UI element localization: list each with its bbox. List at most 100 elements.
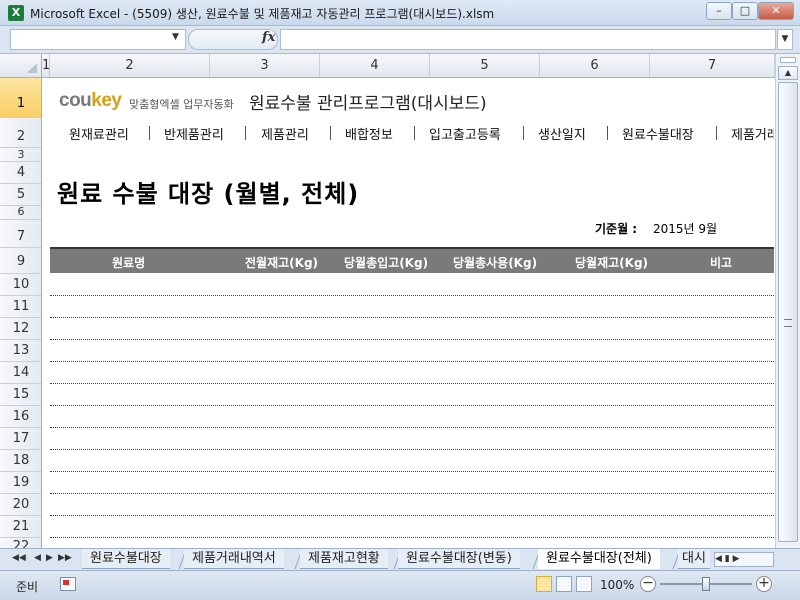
split-handle[interactable]: [780, 57, 796, 63]
row-header[interactable]: 4: [0, 162, 41, 184]
menu-product-trades[interactable]: 제품거래: [731, 124, 774, 143]
scroll-up-icon[interactable]: ▲: [778, 66, 798, 80]
table-row[interactable]: [50, 274, 774, 296]
base-month-value[interactable]: 2015년 9월: [653, 220, 717, 237]
row-header[interactable]: 16: [0, 406, 41, 428]
menu-divider: [414, 126, 415, 140]
zoom-in-icon[interactable]: +: [756, 576, 772, 592]
sheet-tab[interactable]: 원료수불대장: [82, 549, 170, 569]
horizontal-scrollbar[interactable]: ◀ ▮ ▶: [714, 552, 774, 567]
page-heading: 원료 수불 대장 (월별, 전체): [57, 180, 360, 208]
row-header[interactable]: 18: [0, 450, 41, 472]
expand-formula-icon[interactable]: ▼: [777, 29, 793, 50]
row-header[interactable]: 22: [0, 538, 41, 548]
table-row[interactable]: [50, 340, 774, 362]
worksheet[interactable]: coukey 맞춤형엑셀 업무자동화 원료수불 관리프로그램(대시보드) 원재료…: [43, 78, 774, 548]
table-row[interactable]: [50, 406, 774, 428]
formula-input[interactable]: [280, 29, 776, 50]
menu-divider: [245, 126, 246, 140]
sheet-tab[interactable]: 대시: [678, 549, 710, 569]
menu-semi-products[interactable]: 반제품관리: [164, 124, 224, 143]
select-all-button[interactable]: [0, 54, 42, 77]
row-header[interactable]: 20: [0, 494, 41, 516]
maximize-icon[interactable]: □: [732, 2, 758, 20]
zoom-out-icon[interactable]: −: [640, 576, 656, 592]
status-mode: 준비: [16, 580, 39, 594]
row-header[interactable]: 5: [0, 184, 41, 206]
menu-mix-info[interactable]: 배합정보: [345, 124, 393, 143]
menu-products[interactable]: 제품관리: [261, 124, 309, 143]
app-title: 원료수불 관리프로그램(대시보드): [249, 94, 487, 114]
minimize-icon[interactable]: –: [706, 2, 732, 20]
header-remarks: 비고: [710, 256, 733, 270]
chevron-down-icon[interactable]: ▼: [172, 32, 179, 42]
name-box[interactable]: [10, 29, 186, 50]
menu-production-log[interactable]: 생산일지: [538, 124, 586, 143]
row-header[interactable]: 19: [0, 472, 41, 494]
row-header[interactable]: 17: [0, 428, 41, 450]
logo-tagline: 맞춤형엑셀 업무자동화: [129, 98, 234, 111]
table-row[interactable]: [50, 472, 774, 494]
row-header[interactable]: 1: [0, 78, 41, 118]
row-header[interactable]: 10: [0, 274, 41, 296]
vertical-scrollbar[interactable]: ▲: [775, 54, 800, 548]
coukey-logo: coukey: [59, 90, 122, 111]
row-header[interactable]: 7: [0, 220, 41, 248]
window-title: Microsoft Excel - (5509) 생산, 원료수불 및 제품재고…: [30, 7, 495, 21]
table-header: 원료명 전월재고(Kg) 당월총입고(Kg) 당월총사용(Kg) 당월재고(Kg…: [50, 249, 774, 273]
table-row[interactable]: [50, 428, 774, 450]
zoom-slider-thumb[interactable]: [702, 577, 710, 591]
page-break-view-icon[interactable]: [576, 576, 592, 592]
menu-divider: [607, 126, 608, 140]
row-header[interactable]: 21: [0, 516, 41, 538]
table-row[interactable]: [50, 296, 774, 318]
macro-record-icon[interactable]: [60, 577, 76, 591]
menu-in-out-entry[interactable]: 입고출고등록: [429, 124, 501, 143]
first-sheet-icon[interactable]: ◀◀: [12, 553, 26, 563]
page-layout-view-icon[interactable]: [556, 576, 572, 592]
sheet-tab[interactable]: 제품재고현황: [300, 549, 388, 569]
title-bar: X Microsoft Excel - (5509) 생산, 원료수불 및 제품…: [0, 0, 800, 26]
close-icon[interactable]: ✕: [758, 2, 794, 20]
normal-view-icon[interactable]: [536, 576, 552, 592]
table-row[interactable]: [50, 384, 774, 406]
menu-divider: [716, 126, 717, 140]
column-header[interactable]: 5: [430, 54, 540, 77]
row-header[interactable]: 9: [0, 248, 41, 274]
row-header[interactable]: 15: [0, 384, 41, 406]
status-bar: 준비 100% − +: [0, 570, 800, 600]
column-header[interactable]: 3: [210, 54, 320, 77]
row-header[interactable]: 2: [0, 118, 41, 148]
function-icon[interactable]: fx: [262, 30, 275, 45]
column-header[interactable]: 2: [50, 54, 210, 77]
excel-app-icon[interactable]: X: [8, 5, 24, 21]
menu-raw-materials[interactable]: 원재료관리: [69, 124, 129, 143]
menu-raw-ledger[interactable]: 원료수불대장: [622, 124, 694, 143]
row-header[interactable]: 14: [0, 362, 41, 384]
table-row[interactable]: [50, 318, 774, 340]
table-row[interactable]: [50, 362, 774, 384]
column-header[interactable]: 1: [42, 54, 50, 77]
table-row[interactable]: [50, 450, 774, 472]
scrollbar-thumb[interactable]: [778, 82, 798, 542]
table-row[interactable]: [50, 516, 774, 538]
next-sheet-icon[interactable]: ▶: [46, 553, 53, 563]
row-header[interactable]: 6: [0, 206, 41, 220]
sheet-tab[interactable]: 원료수불대장(변동): [398, 549, 520, 569]
table-row[interactable]: [50, 494, 774, 516]
sheet-tab[interactable]: 제품거래내역서: [184, 549, 284, 569]
row-header[interactable]: 3: [0, 148, 41, 162]
prev-sheet-icon[interactable]: ◀: [34, 553, 41, 563]
row-header[interactable]: 12: [0, 318, 41, 340]
sheet-tabs-bar: ◀◀ ◀ ▶ ▶▶ 원료수불대장 제품거래내역서 제품재고현황 원료수불대장(변…: [0, 548, 800, 570]
zoom-level[interactable]: 100%: [600, 578, 634, 592]
row-header[interactable]: 13: [0, 340, 41, 362]
last-sheet-icon[interactable]: ▶▶: [58, 553, 72, 563]
header-month-stock: 당월재고(Kg): [575, 256, 649, 270]
menu-divider: [149, 126, 150, 140]
row-header[interactable]: 11: [0, 296, 41, 318]
column-header[interactable]: 6: [540, 54, 650, 77]
sheet-tab-active[interactable]: 원료수불대장(전체): [538, 549, 660, 569]
column-header[interactable]: 7: [650, 54, 775, 77]
column-header[interactable]: 4: [320, 54, 430, 77]
